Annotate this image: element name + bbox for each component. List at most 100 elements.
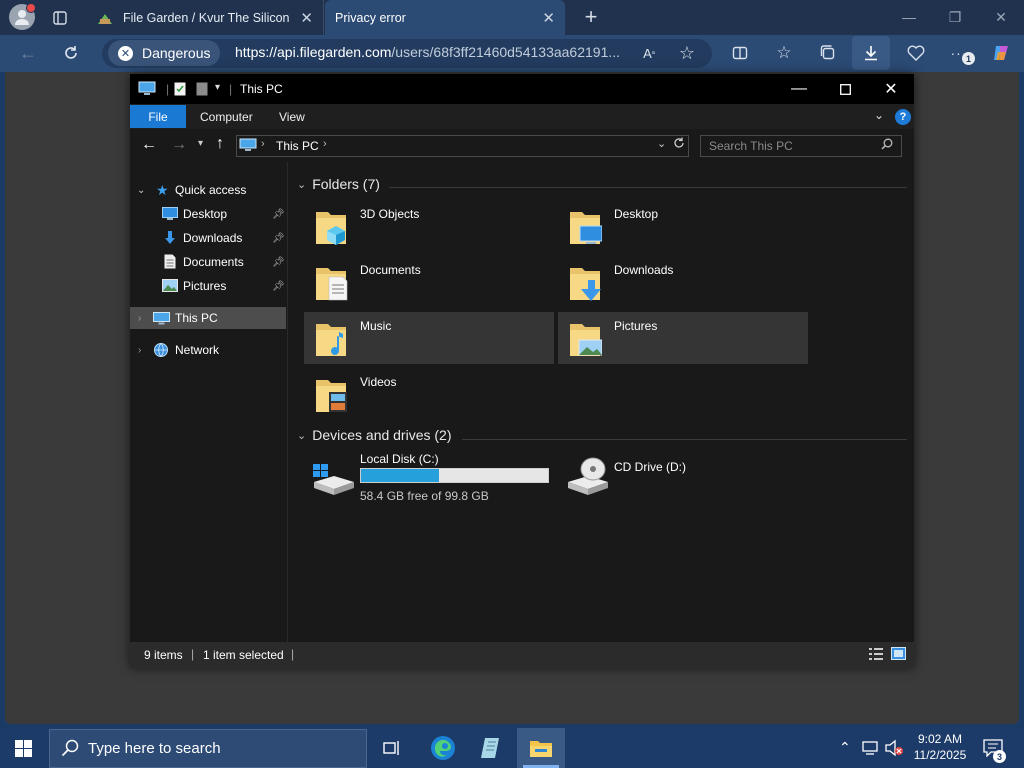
url-path: /users/68f3ff21460d54133aa62191... [391, 44, 621, 60]
qat-dropdown-icon[interactable]: ▾ [215, 82, 220, 93]
nav-label: Documents [183, 255, 244, 269]
notepad-taskbar-icon[interactable] [467, 728, 515, 768]
split-screen-icon[interactable] [727, 40, 753, 66]
breadcrumb-this-pc[interactable]: This PC [276, 139, 319, 153]
profile-avatar[interactable] [9, 3, 36, 30]
back-arrow-icon[interactable]: ← [141, 136, 157, 154]
ribbon-file-tab[interactable]: File [130, 105, 186, 128]
explorer-title-bar[interactable]: | ▾ | This PC — ✕ [130, 74, 914, 104]
folder-documents[interactable]: Documents [304, 256, 554, 308]
expand-chevron-icon[interactable]: › [138, 345, 141, 356]
nav-downloads[interactable]: Downloads 📌︎ [130, 227, 286, 249]
folder-pictures[interactable]: Pictures [558, 312, 808, 364]
network-status-icon[interactable] [862, 740, 880, 759]
downloads-icon [163, 231, 177, 248]
group-divider [462, 439, 907, 440]
tab-privacy-error[interactable]: Privacy error ✕ [325, 0, 565, 35]
folder-music[interactable]: Music [304, 312, 554, 364]
pin-icon[interactable]: 📌︎ [272, 257, 285, 268]
drive-usage-fill [361, 469, 439, 482]
new-folder-icon[interactable] [196, 82, 208, 99]
documents-folder-icon [316, 268, 348, 301]
folder-3d-objects[interactable]: 3D Objects [304, 200, 554, 252]
favorite-star-icon[interactable]: ☆ [674, 40, 700, 66]
url-text[interactable]: https://api.filegarden.com/users/68f3ff2… [235, 44, 620, 60]
url-host: https://api.filegarden.com [235, 44, 392, 60]
tab-actions-icon[interactable] [50, 8, 70, 28]
tab-label: File Garden / Kvur The Silicon [123, 10, 290, 25]
properties-icon[interactable] [174, 82, 186, 99]
close-tab-icon[interactable]: ✕ [300, 9, 313, 27]
tab-file-garden[interactable]: File Garden / Kvur The Silicon ✕ [86, 0, 324, 35]
help-icon[interactable]: ? [895, 109, 911, 125]
explorer-maximize-button[interactable] [822, 74, 868, 104]
search-icon [61, 739, 79, 760]
up-arrow-icon[interactable]: ↑ [216, 135, 224, 153]
expand-chevron-icon[interactable]: › [138, 313, 141, 324]
collections-icon[interactable] [815, 40, 841, 66]
address-dropdown-icon[interactable]: ⌄ [657, 137, 666, 150]
taskbar-search-placeholder: Type here to search [88, 740, 221, 757]
collapse-chevron-icon[interactable]: ⌄ [297, 429, 306, 442]
drives-group-header[interactable]: ⌄ Devices and drives (2) [297, 427, 452, 443]
security-label: Dangerous [142, 45, 211, 61]
large-icons-view-icon[interactable] [891, 647, 906, 663]
close-window-button[interactable]: ✕ [978, 0, 1024, 34]
nav-label: Pictures [183, 279, 227, 293]
pictures-folder-icon [570, 324, 602, 356]
pin-icon[interactable]: 📌︎ [272, 233, 285, 244]
nav-documents[interactable]: Documents 📌︎ [130, 251, 286, 273]
nav-pictures[interactable]: Pictures 📌︎ [130, 275, 286, 297]
group-divider [389, 187, 907, 188]
pin-icon[interactable]: 📌︎ [272, 281, 285, 292]
forward-arrow-icon[interactable]: → [171, 136, 187, 154]
desktop-folder-icon [570, 212, 602, 244]
copilot-icon[interactable] [988, 40, 1014, 66]
windows-start-icon[interactable] [15, 740, 32, 760]
nav-desktop[interactable]: Desktop 📌︎ [130, 203, 286, 225]
search-icon[interactable] [881, 138, 893, 153]
recent-locations-icon[interactable]: ▾ [198, 138, 203, 149]
volume-muted-icon[interactable] [884, 739, 904, 760]
show-hidden-icons-icon[interactable]: ⌃ [839, 739, 851, 756]
explorer-minimize-button[interactable]: — [776, 74, 822, 104]
ribbon-computer-tab[interactable]: Computer [200, 110, 253, 124]
new-tab-button[interactable]: + [578, 4, 604, 30]
back-button[interactable]: ← [15, 40, 41, 66]
explorer-close-button[interactable]: ✕ [868, 74, 914, 104]
refresh-icon[interactable] [673, 137, 685, 152]
expand-chevron-icon[interactable]: ⌄ [137, 185, 145, 196]
expand-ribbon-icon[interactable]: ⌄ [874, 108, 884, 122]
nav-quick-access[interactable]: ⌄ ★ Quick access [130, 179, 286, 201]
breadcrumb-chevron-icon[interactable]: › [261, 138, 265, 150]
clock-time: 9:02 AM [917, 732, 963, 746]
minimize-button[interactable]: — [886, 0, 932, 34]
nav-network[interactable]: › Network [130, 339, 286, 361]
security-indicator[interactable]: ✕ Dangerous [108, 40, 220, 66]
drive-local-disk-c[interactable]: Local Disk (C:) 58.4 GB free of 99.8 GB [304, 450, 554, 506]
danger-icon: ✕ [118, 45, 133, 61]
taskbar-clock[interactable]: 9:02 AM 11/2/2025 [912, 731, 968, 763]
file-explorer-taskbar-icon[interactable] [517, 728, 565, 768]
task-view-button[interactable] [368, 728, 416, 768]
pin-icon[interactable]: 📌︎ [272, 209, 285, 220]
refresh-button[interactable] [58, 40, 84, 66]
ribbon-view-tab[interactable]: View [279, 110, 305, 124]
browser-essentials-icon[interactable] [903, 40, 929, 66]
drive-usage-bar [360, 468, 549, 483]
collapse-chevron-icon[interactable]: ⌄ [297, 178, 306, 191]
restore-button[interactable]: ❐ [932, 0, 978, 34]
drive-cd-d[interactable]: CD Drive (D:) [558, 450, 808, 506]
folder-desktop[interactable]: Desktop [558, 200, 808, 252]
folder-downloads[interactable]: Downloads [558, 256, 808, 308]
details-view-icon[interactable] [869, 648, 883, 663]
edge-taskbar-icon[interactable] [419, 728, 467, 768]
downloads-folder-icon [570, 268, 601, 301]
close-tab-icon[interactable]: ✕ [542, 9, 555, 27]
read-aloud-icon[interactable]: Aᵃ [636, 40, 662, 66]
folder-videos[interactable]: Videos [304, 368, 554, 420]
breadcrumb-chevron-icon[interactable]: › [323, 138, 327, 150]
favorites-icon[interactable]: ☆ [771, 40, 797, 66]
nav-this-pc[interactable]: › This PC [130, 307, 286, 329]
folders-group-header[interactable]: ⌄ Folders (7) [297, 176, 380, 192]
